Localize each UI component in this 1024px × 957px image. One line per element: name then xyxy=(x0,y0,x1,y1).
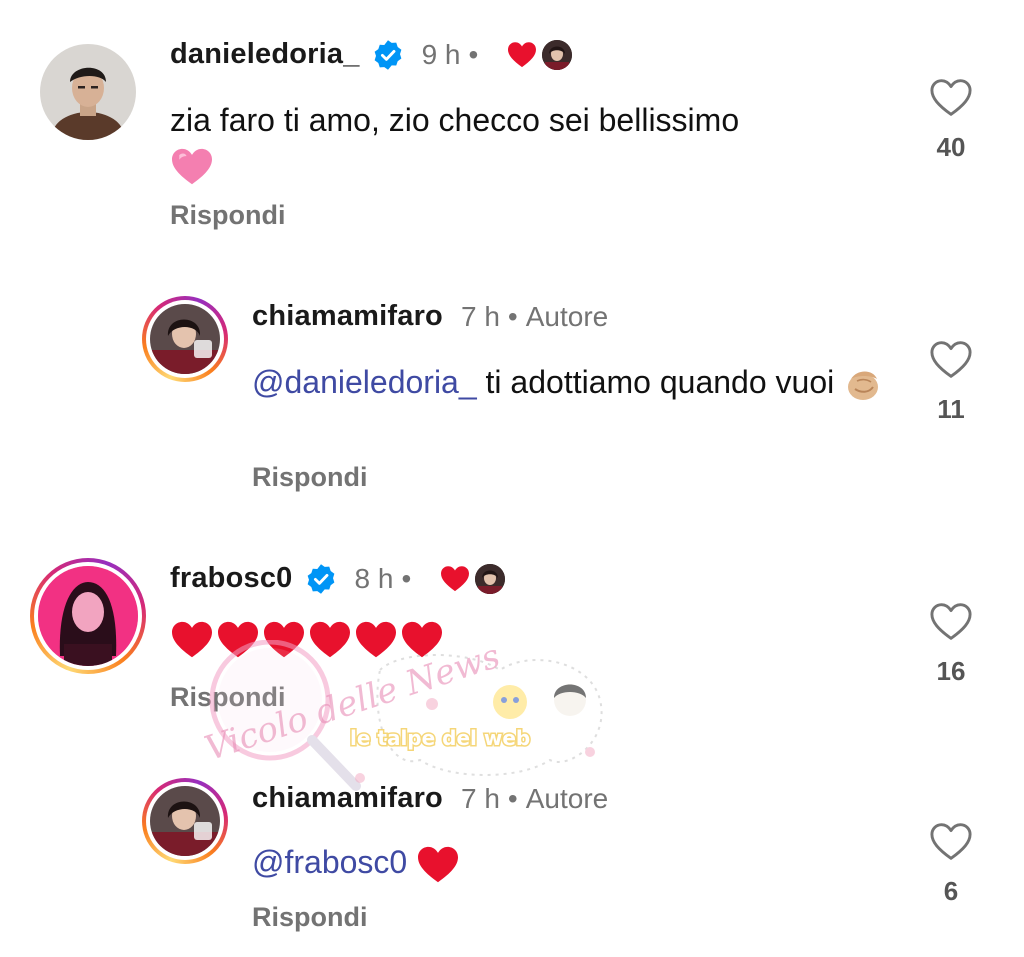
separator-dot: • xyxy=(401,562,412,594)
comment-header: chiamamifaro 7 h • Autore xyxy=(252,300,608,333)
reply-button[interactable]: Rispondi xyxy=(170,200,286,231)
reply-button[interactable]: Rispondi xyxy=(252,902,368,933)
verified-badge-icon xyxy=(372,39,404,71)
comment-header: chiamamifaro 7 h • Autore xyxy=(252,782,608,815)
red-heart-icon xyxy=(170,620,214,660)
comment-body: ti adottiamo quando vuoi xyxy=(476,364,835,400)
like-count: 6 xyxy=(943,876,959,906)
username[interactable]: chiamamifaro xyxy=(252,300,443,333)
reply-button[interactable]: Rispondi xyxy=(170,682,286,713)
like-column: 11 xyxy=(921,340,981,425)
red-heart-icon xyxy=(308,620,352,660)
comment-text: @frabosc0 xyxy=(252,840,912,885)
comment-text: @danieledoria_ ti adottiamo quando vuoi xyxy=(252,360,892,405)
liked-by-author-heart-icon xyxy=(506,41,538,69)
username[interactable]: chiamamifaro xyxy=(252,782,443,815)
like-count: 16 xyxy=(936,656,966,686)
separator-dot: • xyxy=(507,782,518,814)
avatar-image xyxy=(38,566,138,666)
heart-outline-icon[interactable] xyxy=(929,602,973,642)
comment-text xyxy=(170,620,830,671)
avatar[interactable] xyxy=(40,44,136,140)
red-hearts-row xyxy=(170,620,444,660)
timestamp: 9 h xyxy=(421,38,461,70)
separator-dot: • xyxy=(468,38,479,70)
username[interactable]: frabosc0 xyxy=(170,562,293,595)
avatar-inner xyxy=(146,782,224,860)
author-avatar-mini xyxy=(475,563,506,594)
liked-by-author-heart-icon xyxy=(439,565,471,593)
avatar-inner xyxy=(146,300,224,378)
paw-prints xyxy=(355,654,603,783)
avatar[interactable] xyxy=(142,778,228,864)
red-heart-icon xyxy=(400,620,444,660)
heart-outline-icon[interactable] xyxy=(929,78,973,118)
like-column: 6 xyxy=(921,822,981,907)
avatar-image xyxy=(150,304,220,374)
timestamp: 8 h xyxy=(354,562,394,594)
comment-body: zia faro ti amo, zio checco sei bellissi… xyxy=(170,102,740,138)
author-label: Autore xyxy=(525,782,609,814)
mention-link[interactable]: @frabosc0 xyxy=(252,844,407,880)
pinched-fingers-icon xyxy=(848,371,879,400)
watermark-right-text: le talpe del web xyxy=(350,726,530,750)
username[interactable]: danieledoria_ xyxy=(170,38,360,71)
avatar-inner xyxy=(34,562,142,670)
red-heart-icon xyxy=(216,620,260,660)
comment-text: zia faro ti amo, zio checco sei bellissi… xyxy=(170,98,830,187)
timestamp: 7 h xyxy=(460,782,500,814)
author-avatar-mini xyxy=(542,39,573,70)
like-count: 40 xyxy=(936,132,966,162)
timestamp: 7 h xyxy=(460,300,500,332)
reply-button[interactable]: Rispondi xyxy=(252,462,368,493)
like-column: 40 xyxy=(921,78,981,163)
separator-dot: • xyxy=(507,300,518,332)
like-count: 11 xyxy=(937,394,965,424)
red-heart-icon xyxy=(354,620,398,660)
verified-badge-icon xyxy=(305,563,337,595)
cartoon-characters-icon xyxy=(493,684,586,719)
red-heart-icon xyxy=(416,845,460,885)
pink-heart-icon xyxy=(170,147,214,187)
mention-link[interactable]: @danieledoria_ xyxy=(252,364,477,400)
comment-header: danieledoria_ 9 h • xyxy=(170,38,573,71)
avatar[interactable] xyxy=(30,558,146,674)
avatar-image xyxy=(150,786,220,856)
author-label: Autore xyxy=(525,300,609,332)
avatar-image xyxy=(40,44,136,140)
like-column: 16 xyxy=(921,602,981,687)
comment-header: frabosc0 8 h • xyxy=(170,562,506,595)
red-heart-icon xyxy=(262,620,306,660)
avatar[interactable] xyxy=(142,296,228,382)
heart-outline-icon[interactable] xyxy=(929,340,973,380)
heart-outline-icon[interactable] xyxy=(929,822,973,862)
